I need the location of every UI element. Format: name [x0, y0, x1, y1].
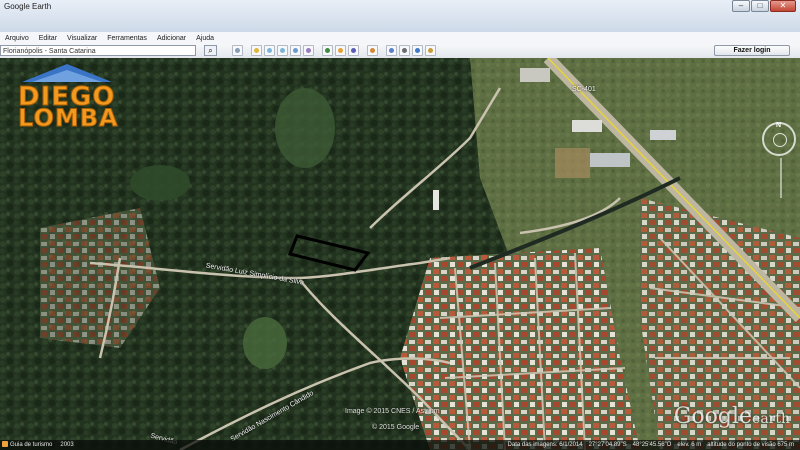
google-copyright: © 2015 Google [372, 424, 420, 431]
longitude: 48°25'45.56"O [632, 442, 672, 448]
imagery-copyright: Image © 2015 CNES / Astrium [345, 408, 440, 415]
road-label: SC-401 [572, 86, 596, 93]
planets-icon[interactable] [348, 45, 359, 56]
sidebar-toggle-icon[interactable] [232, 45, 243, 56]
title-bar: Google Earth – □ ✕ [0, 0, 800, 33]
print-icon[interactable] [399, 45, 410, 56]
email-icon[interactable] [386, 45, 397, 56]
polygon-icon[interactable] [264, 45, 275, 56]
toolbar-separator [361, 45, 365, 56]
search-input[interactable]: Florianópolis - Santa Catarina [0, 45, 196, 56]
menu-tools[interactable]: Ferramentas [102, 35, 152, 42]
tour-guide-icon [2, 441, 8, 448]
historical-imagery-icon[interactable] [322, 45, 333, 56]
elevation: elev. 6 m [677, 442, 702, 448]
imagery-date: Data das imagens: 6/1/2014 [507, 442, 583, 448]
record-tour-icon[interactable] [303, 45, 314, 56]
eye-altitude: altitude do ponto de visão 675 m [707, 442, 794, 448]
menu-edit[interactable]: Editar [34, 35, 62, 42]
window-controls: – □ ✕ [732, 0, 796, 12]
google-earth-brand: Googleearth [674, 404, 790, 429]
map-view[interactable]: DIEGO LOMBA N Servidão Luiz Simplício da… [0, 58, 800, 450]
maps-icon[interactable] [425, 45, 436, 56]
menu-file[interactable]: Arquivo [0, 35, 34, 42]
search-icon: ⌕ [208, 46, 213, 55]
toolbar-separator [316, 45, 320, 56]
latitude: 27°27'04.89"S [588, 442, 627, 448]
tour-guide-button[interactable]: Guia de turismo [2, 440, 52, 450]
login-button[interactable]: Fazer login [714, 45, 790, 56]
toolbar-separator [380, 45, 384, 56]
historical-year[interactable]: 2003 [60, 440, 73, 450]
brand-logo: DIEGO LOMBA [8, 62, 132, 132]
minimize-button[interactable]: – [732, 0, 750, 12]
logo-word-2: LOMBA [18, 104, 119, 132]
google-brand-word: Google [673, 404, 753, 429]
tool-icons [232, 45, 436, 56]
sunlight-icon[interactable] [335, 45, 346, 56]
search-button[interactable]: ⌕ [204, 45, 217, 56]
window-title: Google Earth [4, 2, 52, 11]
zoom-slider[interactable] [780, 158, 782, 198]
compass-north-label: N [776, 122, 782, 129]
menu-add[interactable]: Adicionar [152, 35, 191, 42]
toolbar-separator [245, 45, 249, 56]
save-image-icon[interactable] [412, 45, 423, 56]
navigation-compass[interactable]: N [762, 122, 796, 156]
toolbar: Florianópolis - Santa Catarina ⌕ Fazer l… [0, 44, 800, 59]
ruler-icon[interactable] [367, 45, 378, 56]
menu-view[interactable]: Visualizar [62, 35, 102, 42]
earth-brand-word: earth [752, 411, 790, 427]
status-bar: Guia de turismo 2003 Data das imagens: 6… [0, 440, 800, 450]
maximize-button[interactable]: □ [751, 0, 769, 12]
path-icon[interactable] [277, 45, 288, 56]
menu-help[interactable]: Ajuda [191, 35, 219, 42]
tour-guide-label: Guia de turismo [10, 442, 53, 448]
overlay-icon[interactable] [290, 45, 301, 56]
placemark-icon[interactable] [251, 45, 262, 56]
close-button[interactable]: ✕ [770, 0, 796, 12]
